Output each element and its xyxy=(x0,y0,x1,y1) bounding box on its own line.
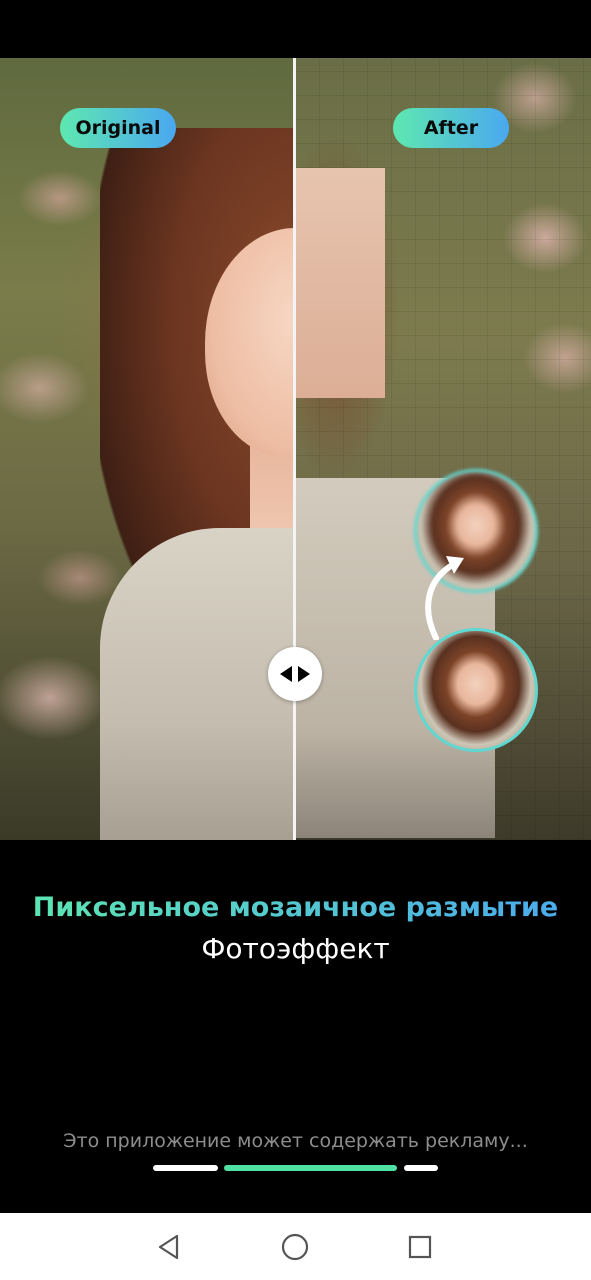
nav-home-button[interactable] xyxy=(279,1231,311,1263)
nav-back-button[interactable] xyxy=(153,1231,185,1263)
nav-recent-button[interactable] xyxy=(404,1231,436,1263)
comparison-slider-handle[interactable] xyxy=(268,647,322,701)
pager-dot-1[interactable] xyxy=(153,1165,218,1171)
curved-arrow-icon xyxy=(425,556,464,640)
status-bar xyxy=(0,0,591,58)
pixelated-face xyxy=(295,168,385,398)
promo-title: Пиксельное мозаичное размытие xyxy=(0,892,591,923)
home-circle-icon xyxy=(281,1233,309,1261)
original-label: Original xyxy=(60,108,176,148)
promo-subtitle: Фотоэффект xyxy=(201,932,390,965)
ad-notice: Это приложение может содержать рекламу..… xyxy=(63,1130,528,1152)
left-right-arrows-icon xyxy=(280,666,310,682)
pager-dot-2-active[interactable] xyxy=(224,1165,397,1171)
system-nav-bar xyxy=(0,1213,591,1280)
pager-dot-3[interactable] xyxy=(404,1165,438,1171)
back-triangle-icon xyxy=(158,1234,179,1260)
recent-square-icon xyxy=(408,1235,432,1259)
after-label: After xyxy=(393,108,509,148)
before-after-comparison[interactable]: Original After xyxy=(0,58,591,840)
original-thumbnail xyxy=(414,628,538,752)
comparison-divider[interactable] xyxy=(293,58,296,840)
